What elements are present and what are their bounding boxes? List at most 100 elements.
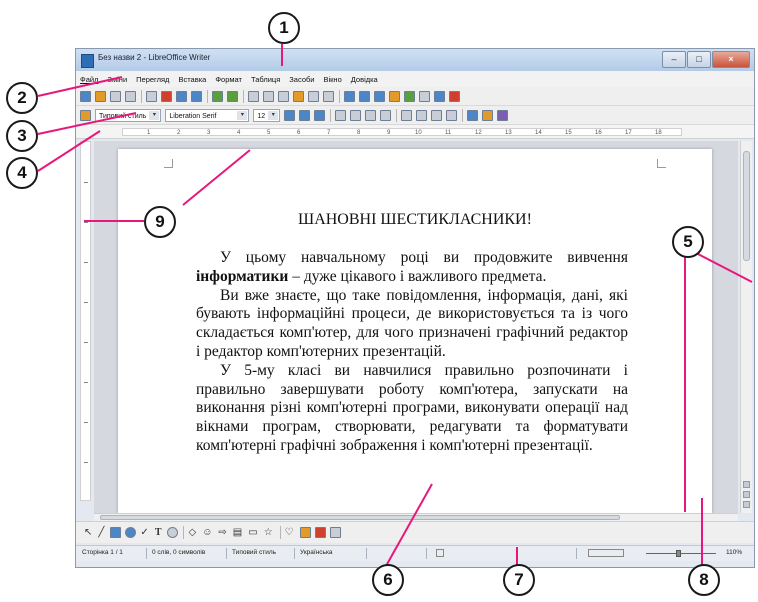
toolbar-separator — [279, 526, 281, 539]
from-file-icon[interactable] — [314, 527, 326, 538]
text-icon[interactable]: T — [155, 527, 162, 538]
chevron-down-icon[interactable]: ▾ — [149, 110, 160, 120]
vertical-ruler[interactable] — [80, 141, 91, 501]
line-icon[interactable]: ╱ — [98, 527, 104, 538]
document-heading[interactable]: ШАНОВНІ ШЕСТИКЛАСНИКИ! — [118, 211, 712, 229]
chevron-down-icon[interactable]: ▾ — [237, 110, 248, 120]
undo-icon[interactable] — [308, 90, 319, 102]
points-icon[interactable]: ♡ — [285, 527, 294, 538]
font-size-combo[interactable]: 12 ▾ — [253, 108, 281, 122]
menu-help[interactable]: Довідка — [351, 75, 378, 84]
clone-formatting-icon[interactable] — [293, 90, 304, 102]
decrease-indent-icon[interactable] — [431, 109, 443, 121]
justify-icon[interactable] — [380, 109, 392, 121]
menu-format[interactable]: Формат — [215, 75, 242, 84]
paragraph-1[interactable]: У цьому навчальному році ви продовжите в… — [196, 249, 628, 287]
menu-window[interactable]: Вікно — [323, 75, 341, 84]
align-left-icon[interactable] — [335, 109, 347, 121]
font-color-icon[interactable] — [467, 109, 479, 121]
document-body[interactable]: У цьому навчальному році ви продовжите в… — [196, 249, 628, 456]
open-folder-icon[interactable] — [95, 90, 106, 102]
extrusion-icon[interactable] — [329, 527, 341, 538]
paragraph-style-combo[interactable]: Типовий стиль ▾ — [95, 108, 162, 122]
horizontal-scroll-thumb[interactable] — [100, 515, 620, 520]
menu-view[interactable]: Перегляд — [136, 75, 169, 84]
font-name-combo[interactable]: Liberation Serif ▾ — [165, 108, 250, 122]
zoom-level[interactable]: 110% — [726, 549, 742, 556]
stars-icon[interactable]: ☆ — [264, 527, 273, 538]
redo-icon[interactable] — [323, 90, 334, 102]
callouts-icon[interactable]: ▭ — [248, 527, 257, 538]
edit-mode-icon[interactable] — [146, 90, 157, 102]
flowchart-icon[interactable]: ▤ — [233, 527, 242, 538]
word-count[interactable]: 0 слів, 0 символів — [152, 549, 205, 556]
previous-page-icon[interactable] — [743, 481, 750, 488]
rectangle-icon[interactable] — [110, 527, 122, 538]
italic-icon[interactable] — [299, 109, 311, 121]
menu-insert[interactable]: Вставка — [178, 75, 206, 84]
background-color-icon[interactable] — [497, 109, 509, 121]
navigator-icon[interactable] — [404, 90, 415, 102]
gallery-icon[interactable] — [419, 90, 430, 102]
fontwork-icon[interactable] — [299, 527, 311, 538]
menu-tools[interactable]: Засоби — [289, 75, 314, 84]
hyperlink-icon[interactable] — [344, 90, 355, 102]
title-bar[interactable]: Без назви 2 - LibreOffice Writer – □ × — [76, 49, 754, 71]
menu-table[interactable]: Таблиця — [251, 75, 280, 84]
spellcheck-icon[interactable] — [212, 90, 223, 102]
numbering-icon[interactable] — [401, 109, 413, 121]
select-arrow-icon[interactable]: ↖ — [84, 527, 92, 538]
save-icon[interactable] — [110, 90, 121, 102]
minimize-button[interactable]: – — [662, 51, 686, 68]
vertical-scroll-thumb[interactable] — [743, 151, 750, 261]
ellipse-icon[interactable] — [125, 527, 137, 538]
close-button[interactable]: × — [712, 51, 750, 68]
paste-icon[interactable] — [278, 90, 289, 102]
block-arrows-icon[interactable]: ⇨ — [218, 527, 226, 538]
zoom-slider[interactable] — [646, 553, 716, 554]
align-right-icon[interactable] — [365, 109, 377, 121]
draw-functions-icon[interactable] — [389, 90, 400, 102]
language-status[interactable]: Українська — [300, 549, 333, 556]
symbol-shapes-icon[interactable]: ☺ — [202, 527, 212, 538]
email-icon[interactable] — [125, 90, 136, 102]
zoom-slider-knob[interactable] — [676, 550, 681, 557]
styles-icon[interactable] — [80, 109, 91, 121]
curve-icon[interactable]: ✓ — [140, 527, 148, 538]
new-document-icon[interactable] — [80, 90, 91, 102]
formatting-marks-icon[interactable] — [449, 90, 460, 102]
insert-mode-icon[interactable] — [436, 549, 444, 557]
maximize-button[interactable]: □ — [687, 51, 711, 68]
bold-icon[interactable] — [284, 109, 296, 121]
menu-edit[interactable]: Зміни — [107, 75, 127, 84]
print-preview-icon[interactable] — [191, 90, 202, 102]
view-layout-icon[interactable] — [588, 549, 624, 557]
document-page[interactable]: ШАНОВНІ ШЕСТИКЛАСНИКИ! У цьому навчально… — [118, 149, 712, 513]
paragraph-2[interactable]: Ви вже знаєте, що таке повідомлення, інф… — [196, 287, 628, 362]
bullets-icon[interactable] — [416, 109, 428, 121]
image-icon[interactable] — [374, 90, 385, 102]
align-center-icon[interactable] — [350, 109, 362, 121]
cut-icon[interactable] — [248, 90, 259, 102]
horizontal-scrollbar[interactable] — [94, 513, 738, 521]
autospellcheck-icon[interactable] — [227, 90, 238, 102]
print-icon[interactable] — [176, 90, 187, 102]
data-sources-icon[interactable] — [434, 90, 445, 102]
copy-icon[interactable] — [263, 90, 274, 102]
highlight-icon[interactable] — [482, 109, 494, 121]
export-pdf-icon[interactable] — [161, 90, 172, 102]
underline-icon[interactable] — [314, 109, 326, 121]
paragraph-3[interactable]: У 5-му класі ви навчилися правильно розп… — [196, 362, 628, 456]
page-style[interactable]: Типовий стиль — [232, 549, 276, 556]
page-counter[interactable]: Сторінка 1 / 1 — [82, 549, 123, 556]
chevron-down-icon[interactable]: ▾ — [268, 110, 279, 120]
table-icon[interactable] — [359, 90, 370, 102]
increase-indent-icon[interactable] — [446, 109, 458, 121]
horizontal-ruler[interactable]: 1 2 3 4 5 6 7 8 9 10 11 12 13 14 15 16 1… — [76, 125, 754, 139]
navigation-icon[interactable] — [743, 491, 750, 498]
vertical-scrollbar[interactable] — [740, 141, 752, 513]
basic-shapes-icon[interactable]: ◇ — [188, 527, 196, 538]
callout-icon[interactable] — [167, 527, 179, 538]
next-page-icon[interactable] — [743, 501, 750, 508]
menu-file[interactable]: Файл — [80, 75, 98, 84]
